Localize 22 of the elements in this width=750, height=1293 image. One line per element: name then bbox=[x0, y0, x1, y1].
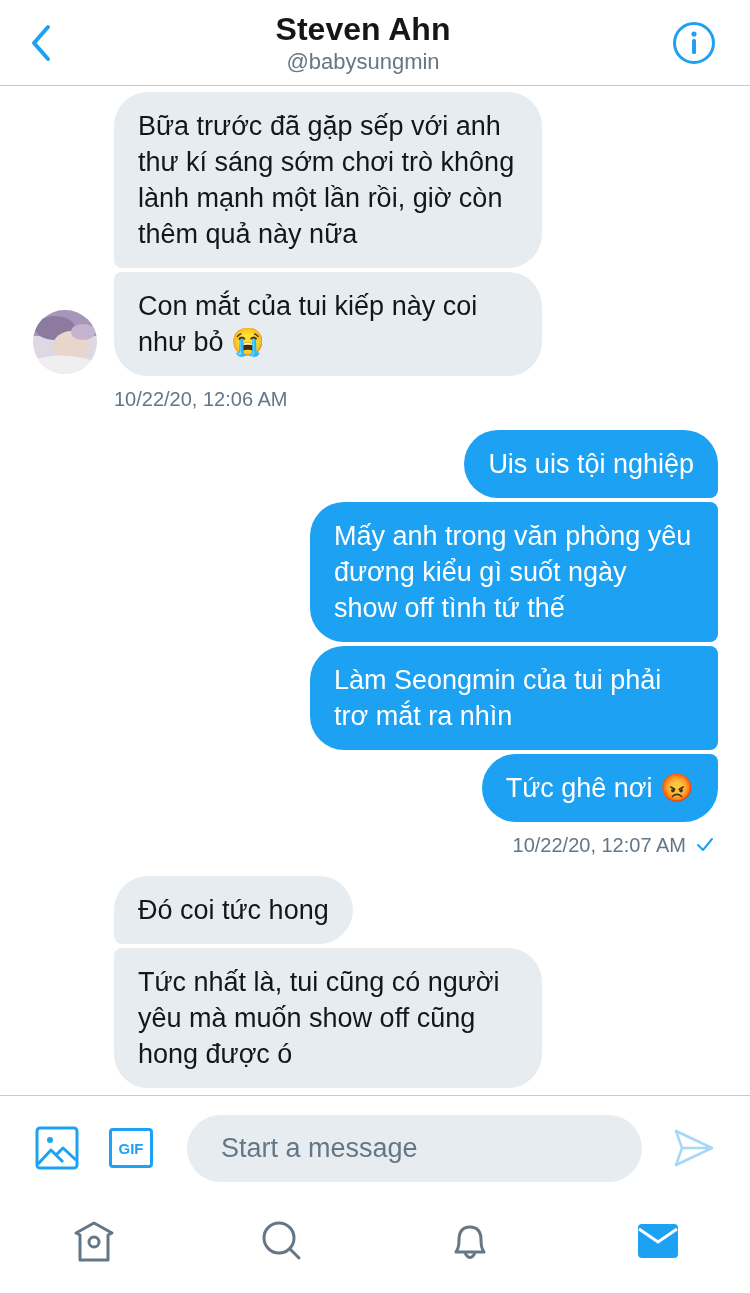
gif-button[interactable]: GIF bbox=[109, 1128, 153, 1168]
search-icon[interactable] bbox=[261, 1220, 303, 1262]
message-bubble: Bữa trước đã gặp sếp với anh thư kí sáng sớm chơi trò không lành mạnh một lần rồi, giờ còn thêm quả này nữa bbox=[114, 92, 542, 268]
message-bubble: Con mắt của tui kiếp này coi như bỏ 😭 bbox=[114, 272, 542, 376]
contact-name: Steven Ahn bbox=[275, 9, 451, 48]
message-timestamp: 10/22/20, 12:07 AM bbox=[512, 833, 686, 858]
info-button[interactable] bbox=[672, 20, 716, 65]
message-bubble: Tức nhất là, tui cũng có người yêu mà muốn show off cũng hong được ó bbox=[114, 948, 542, 1088]
home-icon[interactable] bbox=[73, 1220, 115, 1262]
send-button[interactable] bbox=[674, 1129, 714, 1167]
image-icon bbox=[35, 1126, 79, 1170]
contact-handle: @babysungmin bbox=[286, 47, 440, 76]
message-bubble: Tức ghê nơi 😡 bbox=[481, 754, 718, 822]
message-timestamp: 10/22/20, 12:06 AM bbox=[114, 387, 288, 412]
message-input[interactable]: Start a message bbox=[187, 1114, 642, 1182]
message-bubble: Làm Seongmin của tui phải trơ mắt ra nhìn bbox=[310, 646, 718, 750]
message-bubble: Uis uis tội nghiệp bbox=[464, 430, 718, 498]
message-bubble: Đó coi tức hong bbox=[114, 876, 353, 944]
send-icon bbox=[674, 1129, 714, 1167]
image-button[interactable] bbox=[35, 1126, 79, 1170]
info-icon bbox=[672, 20, 716, 65]
message-bubble: Mấy anh trong văn phòng yêu đương kiểu gì suốt ngày show off tình tứ thế bbox=[310, 502, 718, 642]
